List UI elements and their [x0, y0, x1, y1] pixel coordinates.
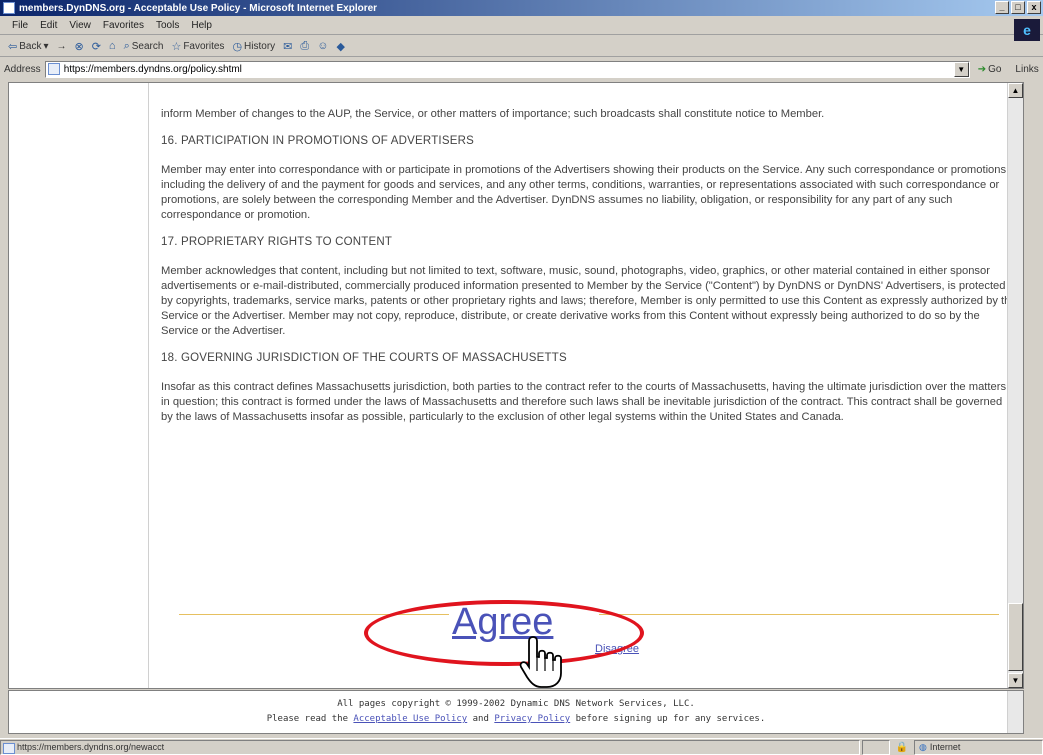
- footer-prefix: Please read the: [266, 714, 348, 724]
- section-18-title: 18. GOVERNING JURISDICTION OF THE COURTS…: [161, 352, 567, 364]
- history-icon: ◷: [232, 40, 243, 53]
- refresh-button[interactable]: ⟳: [92, 40, 101, 53]
- address-url: https://members.dyndns.org/policy.shtml: [63, 63, 242, 75]
- maximize-button[interactable]: □: [1011, 1, 1025, 14]
- internet-zone-globe-icon: ◍: [919, 741, 927, 752]
- go-arrow-icon: ➔: [977, 63, 987, 75]
- page-icon: [47, 63, 60, 75]
- home-icon: ⌂: [108, 40, 116, 52]
- menu-file[interactable]: File: [12, 20, 28, 31]
- security-zone[interactable]: ◍ Internet: [914, 739, 1043, 755]
- section-17-body: Member acknowledges that content, includ…: [161, 265, 1017, 337]
- menu-help[interactable]: Help: [191, 20, 212, 31]
- close-button[interactable]: x: [1027, 1, 1041, 14]
- footer-suffix: before signing up for any services.: [575, 714, 766, 724]
- scroll-thumb[interactable]: [1008, 603, 1023, 671]
- policy-document: inform Member of changes to the AUP, the…: [161, 107, 1017, 437]
- footer-frame: All pages copyright © 1999-2002 Dynamic …: [8, 690, 1024, 734]
- history-label: History: [244, 40, 276, 52]
- address-input[interactable]: https://members.dyndns.org/policy.shtml …: [44, 60, 970, 78]
- policy-intro: inform Member of changes to the AUP, the…: [161, 108, 825, 120]
- home-button[interactable]: ⌂: [109, 40, 116, 52]
- footer-notice: Please read the Acceptable Use Policy an…: [9, 712, 1023, 727]
- discuss-button[interactable]: ◆: [336, 40, 344, 53]
- mail-icon: ✉: [283, 40, 293, 53]
- stop-icon: ⊗: [74, 40, 84, 53]
- messenger-icon: ☺: [317, 40, 329, 52]
- content-vertical-scrollbar[interactable]: ▲ ▼: [1007, 83, 1023, 688]
- security-zone-label: Internet: [929, 741, 961, 752]
- mail-button[interactable]: ✉: [283, 40, 292, 53]
- search-label: Search: [131, 40, 164, 52]
- print-button[interactable]: ⎙: [300, 40, 309, 53]
- print-icon: ⎙: [300, 39, 310, 52]
- footer-and: and: [472, 714, 489, 724]
- address-label: Address: [4, 63, 41, 75]
- discuss-icon: ◆: [336, 40, 345, 53]
- forward-button[interactable]: →: [56, 41, 66, 52]
- status-bar: https://members.dyndns.org/newacct 🔒 ◍ In…: [0, 738, 1043, 755]
- scroll-up-icon[interactable]: ▲: [1008, 83, 1023, 98]
- window-controls: _ □ x: [995, 1, 1041, 14]
- secure-lock-icon[interactable]: 🔒: [892, 740, 912, 755]
- status-url: https://members.dyndns.org/newacct: [0, 739, 860, 755]
- hand-pointer-cursor-icon: [519, 636, 562, 688]
- history-button[interactable]: ◷ History: [232, 40, 275, 53]
- menu-view[interactable]: View: [69, 20, 91, 31]
- footer-scrollbar[interactable]: [1007, 691, 1023, 733]
- back-dropdown-icon[interactable]: ▾: [43, 41, 48, 52]
- window-title: members.DynDNS.org - Acceptable Use Poli…: [19, 2, 378, 14]
- links-button[interactable]: Links: [1015, 64, 1038, 75]
- favorites-button[interactable]: ☆ Favorites: [171, 40, 224, 53]
- refresh-icon: ⟳: [91, 40, 101, 53]
- section-18-body: Insofar as this contract defines Massach…: [161, 381, 1007, 423]
- search-icon: ⌕: [123, 39, 130, 52]
- section-17-title: 17. PROPRIETARY RIGHTS TO CONTENT: [161, 236, 393, 248]
- favorites-icon: ☆: [171, 40, 182, 53]
- favorites-label: Favorites: [183, 40, 225, 52]
- minimize-button[interactable]: _: [995, 1, 1009, 14]
- back-button[interactable]: ⇦ Back ▾: [8, 40, 48, 53]
- status-progress-pane: [862, 739, 890, 755]
- aup-link[interactable]: Acceptable Use Policy: [353, 714, 467, 724]
- scroll-down-icon[interactable]: ▼: [1008, 673, 1023, 688]
- messenger-button[interactable]: ☺: [317, 40, 328, 52]
- stop-button[interactable]: ⊗: [74, 40, 83, 53]
- section-16-title: 16. PARTICIPATION IN PROMOTIONS OF ADVER…: [161, 135, 474, 147]
- standard-toolbar: ⇦ Back ▾ → ⊗ ⟳ ⌂ ⌕ Search ☆ Favorites ◷ Histo…: [0, 36, 1043, 57]
- section-16-body: Member may enter into correspondance wit…: [161, 164, 1010, 221]
- address-bar: Address https://members.dyndns.org/polic…: [0, 58, 1043, 80]
- menu-tools[interactable]: Tools: [156, 20, 179, 31]
- left-navigation-column: [9, 83, 149, 688]
- forward-arrow-icon: →: [56, 40, 67, 52]
- back-arrow-icon: ⇦: [8, 40, 18, 53]
- menu-edit[interactable]: Edit: [40, 20, 57, 31]
- window-title-bar[interactable]: members.DynDNS.org - Acceptable Use Poli…: [0, 0, 1043, 16]
- menu-favorites[interactable]: Favorites: [103, 20, 144, 31]
- highlight-annotation-ellipse: [364, 600, 644, 666]
- footer-copyright: All pages copyright © 1999-2002 Dynamic …: [337, 699, 695, 709]
- ie-app-icon: [3, 2, 15, 14]
- menu-bar: File Edit View Favorites Tools Help: [0, 17, 1043, 35]
- page-content-frame: inform Member of changes to the AUP, the…: [8, 82, 1024, 689]
- divider-right: [599, 614, 999, 615]
- back-label: Back: [19, 40, 42, 52]
- go-button[interactable]: ➔ Go: [978, 64, 1002, 75]
- address-dropdown-icon[interactable]: ▼: [953, 61, 969, 77]
- search-button[interactable]: ⌕ Search: [124, 40, 164, 53]
- go-label: Go: [988, 63, 1002, 75]
- privacy-policy-link[interactable]: Privacy Policy: [494, 714, 570, 724]
